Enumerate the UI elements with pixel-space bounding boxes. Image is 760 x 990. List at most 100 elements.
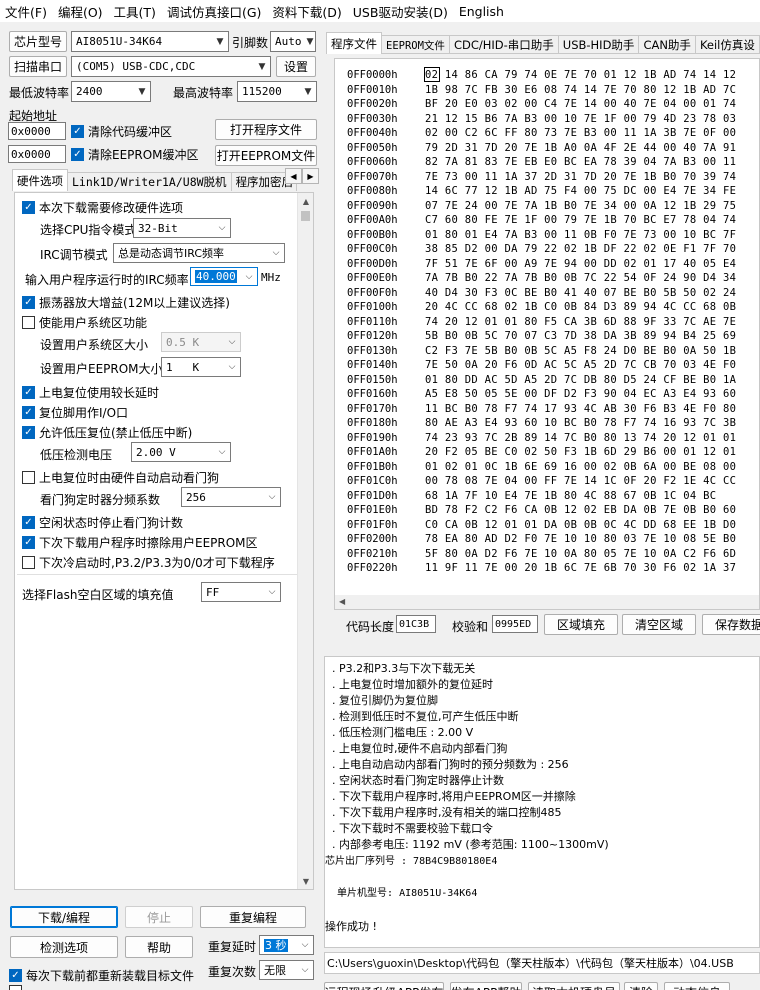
- tab-usb-hid[interactable]: USB-HID助手: [557, 35, 640, 54]
- help-button[interactable]: 帮助: [125, 936, 193, 958]
- hex-bytes[interactable]: 11 9F 11 7E 00 20 1B 6C 7E 6B 70 30 F6 0…: [425, 562, 736, 578]
- min-baud-value: 2400: [76, 85, 103, 98]
- chevron-down-icon: ⌵: [218, 447, 226, 457]
- menu-file[interactable]: 文件(F): [0, 2, 53, 21]
- irc-frequency-value: 40.000: [195, 270, 237, 283]
- tab-cdc-serial[interactable]: CDC/HID-串口助手: [448, 35, 559, 54]
- stop-button[interactable]: 停止: [125, 906, 193, 928]
- log-line: . 空闲状态时看门狗定时器停止计数: [325, 774, 504, 787]
- clear-eeprom-buffer-checkbox[interactable]: ✓ 清除EEPROM缓冲区: [71, 146, 199, 163]
- flash-fill-select[interactable]: FF ⌵: [201, 582, 281, 602]
- scroll-up-icon[interactable]: ▲: [298, 193, 314, 209]
- tab-can[interactable]: CAN助手: [638, 35, 696, 54]
- wdt-div-select[interactable]: 256 ⌵: [181, 487, 281, 507]
- max-baud-select[interactable]: 115200 ▼: [237, 81, 317, 102]
- modify-hw-label: 本次下载需要修改硬件选项: [39, 201, 184, 215]
- min-baud-select[interactable]: 2400 ▼: [71, 81, 151, 102]
- open-program-file-button[interactable]: 打开程序文件: [215, 119, 317, 140]
- tab-eeprom-file[interactable]: EEPROM文件: [381, 35, 450, 54]
- scan-port-button[interactable]: 扫描串口: [9, 56, 67, 77]
- erase-eeprom-checkbox[interactable]: ✓ 下次下载用户程序时擦除用户EEPROM区: [22, 534, 258, 551]
- irc-frequency-input[interactable]: 40.000 ⌵: [190, 267, 258, 286]
- open-eeprom-file-button[interactable]: 打开EEPROM文件: [215, 145, 317, 166]
- menu-debug[interactable]: 调试仿真接口(G): [162, 2, 267, 21]
- user-sys-checkbox[interactable]: 使能用户系统区功能: [22, 314, 147, 331]
- code-length-value: 01C3B: [396, 615, 436, 633]
- osc-gain-checkbox[interactable]: ✓ 振荡器放大增益(12M以上建议选择): [22, 294, 230, 311]
- repeat-delay-select[interactable]: 3 秒 ⌵: [259, 935, 314, 955]
- clear-area-button[interactable]: 清空区域: [622, 614, 696, 635]
- pin-count-label: 引脚数: [232, 36, 269, 50]
- wdt-auto-checkbox[interactable]: 上电复位时由硬件自动启动看门狗: [22, 469, 219, 486]
- lvd-select[interactable]: 2.00 V ⌵: [131, 442, 231, 462]
- download-program-button[interactable]: 下载/编程: [10, 906, 118, 928]
- check-icon: ✓: [71, 125, 84, 138]
- port-settings-button[interactable]: 设置: [276, 56, 316, 77]
- scroll-thumb[interactable]: [301, 211, 310, 221]
- chevron-down-icon: ▼: [306, 36, 314, 47]
- menu-program[interactable]: 编程(O): [53, 2, 109, 21]
- arrow-left-icon[interactable]: ◀: [285, 168, 302, 184]
- modify-hw-checkbox[interactable]: ✓ 本次下载需要修改硬件选项: [22, 199, 183, 216]
- cpu-mode-select[interactable]: 32-Bit ⌵: [133, 218, 231, 238]
- erase-eeprom-label: 下次下载用户程序时擦除用户EEPROM区: [39, 536, 258, 550]
- scroll-left-icon[interactable]: ◀: [339, 597, 345, 606]
- menu-usb-driver[interactable]: USB驱动安装(D): [348, 2, 454, 21]
- clear-code-buffer-checkbox[interactable]: ✓ 清除代码缓冲区: [71, 123, 172, 140]
- tab-program-file[interactable]: 程序文件: [326, 32, 382, 54]
- hex-editor[interactable]: 0FF0000h 02 14 86 CA 79 74 0E 7E 70 01 12…: [334, 58, 760, 610]
- hex-horizontal-scrollbar[interactable]: ◀: [335, 595, 759, 609]
- menubar: 文件(F) 编程(O) 工具(T) 调试仿真接口(G) 资料下载(D) USB驱…: [0, 0, 760, 22]
- clear-eeprom-buffer-label: 清除EEPROM缓冲区: [88, 148, 199, 162]
- read-disk-id-button[interactable]: 读取本机硬盘号: [528, 982, 620, 990]
- log-line: 芯片出厂序列号 : 78B4C9B80180E4: [325, 856, 498, 867]
- idle-wdt-checkbox[interactable]: ✓ 空闲状态时停止看门狗计数: [22, 514, 183, 531]
- lvr-checkbox[interactable]: ✓ 允许低压复位(禁止低压中断): [22, 424, 192, 441]
- save-data-button[interactable]: 保存数据: [702, 614, 760, 635]
- eeprom-start-address-input[interactable]: 0x0000: [8, 145, 66, 163]
- port-select[interactable]: (COM5) USB-CDC,CDC ▼: [71, 56, 271, 77]
- irc-frequency-label: 输入用户程序运行时的IRC频率: [25, 273, 189, 287]
- repeat-count-select[interactable]: 无限 ⌵: [259, 960, 314, 980]
- repeat-program-button[interactable]: 重复编程: [200, 906, 306, 928]
- detect-options-button[interactable]: 检测选项: [10, 936, 118, 958]
- check-icon: ✓: [22, 406, 35, 419]
- reload-target-checkbox[interactable]: ✓ 每次下载前都重新装载目标文件: [9, 967, 194, 984]
- scroll-down-icon[interactable]: ▼: [298, 873, 314, 889]
- irc-mode-select[interactable]: 总是动态调节IRC频率 ⌵: [113, 243, 285, 263]
- clear-log-button[interactable]: 清除: [624, 982, 658, 990]
- tab-hardware-options[interactable]: 硬件选项: [12, 169, 68, 191]
- code-start-address-input[interactable]: 0x0000: [8, 122, 66, 140]
- hex-row[interactable]: 0FF0220h 11 9F 11 7E 00 20 1B 6C 7E 6B 70…: [347, 562, 736, 578]
- tab-link1d-offline[interactable]: Link1D/Writer1A/U8W脱机: [67, 172, 232, 191]
- dynamic-info-button[interactable]: 动态信息: [664, 982, 730, 990]
- max-baud-label: 最高波特率: [173, 86, 234, 100]
- options-scrollbar[interactable]: ▲ ▼: [297, 193, 313, 889]
- chevron-down-icon: ⌵: [228, 337, 236, 347]
- bottom-button-row: 远程现场升级APP发布 发布APP帮助 读取本机硬盘号 清除 动态信息: [324, 980, 760, 990]
- checkbox-partial[interactable]: [9, 985, 22, 990]
- menu-english[interactable]: English: [454, 4, 510, 19]
- arrow-right-icon[interactable]: ▶: [302, 168, 319, 184]
- idle-wdt-label: 空闲状态时停止看门狗计数: [39, 516, 184, 530]
- menu-tools[interactable]: 工具(T): [109, 2, 162, 21]
- tab-keil-sim[interactable]: Keil仿真设: [694, 35, 760, 54]
- eeprom-size-select[interactable]: 1 K ⌵: [161, 357, 241, 377]
- publish-app-help-button[interactable]: 发布APP帮助: [450, 982, 522, 990]
- reset-io-checkbox[interactable]: ✓ 复位脚用作I/O口: [22, 404, 128, 421]
- chip-model-select[interactable]: AI8051U-34K64 ▼: [71, 31, 229, 52]
- menu-downloads[interactable]: 资料下载(D): [267, 2, 347, 21]
- area-fill-button[interactable]: 区域填充: [544, 614, 618, 635]
- pin-count-select[interactable]: Auto ▼: [270, 31, 316, 52]
- pin-count-value: Auto: [275, 35, 302, 48]
- remote-upgrade-button[interactable]: 远程现场升级APP发布: [324, 982, 444, 990]
- p32p33-checkbox[interactable]: 下次冷启动时,P3.2/P3.3为0/0才可下载程序: [22, 554, 275, 571]
- check-icon: ✓: [71, 148, 84, 161]
- chip-model-button[interactable]: 芯片型号: [9, 31, 67, 52]
- chevron-down-icon: ⌵: [268, 492, 276, 502]
- por-delay-checkbox[interactable]: ✓ 上电复位使用较长延时: [22, 384, 159, 401]
- user-sys-size-select[interactable]: 0.5 K ⌵: [161, 332, 241, 352]
- divider: [17, 574, 297, 575]
- log-line: . 上电复位时增加额外的复位延时: [325, 678, 493, 691]
- tab-scroll-arrows: ◀ ▶: [285, 168, 319, 184]
